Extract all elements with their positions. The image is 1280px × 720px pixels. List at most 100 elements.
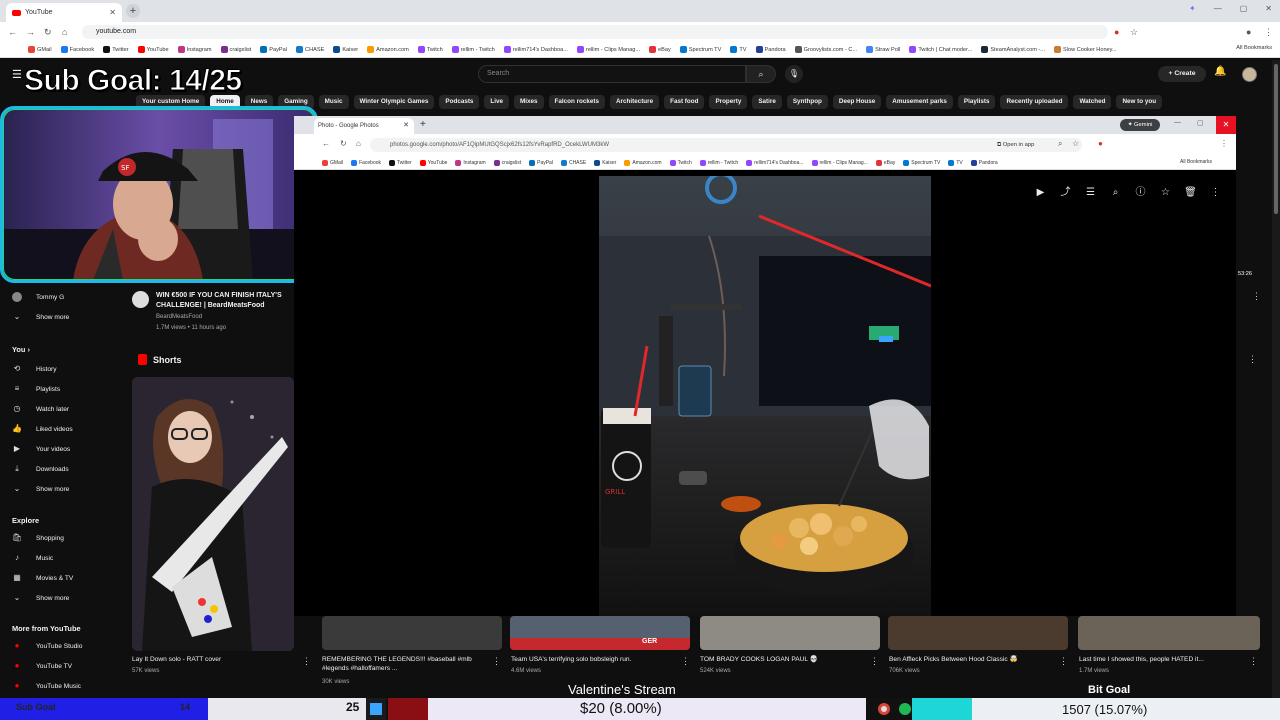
search-icon[interactable]: ⌕ bbox=[746, 65, 776, 83]
sidebar-item-music[interactable]: ♪ Music bbox=[12, 553, 53, 563]
bookmark-item[interactable]: Instagram bbox=[455, 159, 486, 166]
chip-fast-food[interactable]: Fast food bbox=[664, 95, 705, 109]
profile-icon[interactable]: ● bbox=[1246, 27, 1251, 37]
url-field[interactable]: youtube.com bbox=[82, 25, 1108, 39]
menu-icon[interactable]: ⋮ bbox=[1264, 27, 1273, 38]
bookmark-item[interactable]: Spectrum TV bbox=[679, 46, 721, 53]
bookmark-item[interactable]: GMail bbox=[28, 46, 52, 53]
photos-tab[interactable]: Photo - Google Photos ✕ bbox=[314, 118, 414, 134]
chip-property[interactable]: Property bbox=[709, 95, 748, 109]
more-options-icon[interactable]: ⋮ bbox=[1249, 656, 1258, 667]
reload-icon[interactable]: ↻ bbox=[340, 139, 347, 148]
chip-recently-uploaded[interactable]: Recently uploaded bbox=[1000, 95, 1069, 109]
trash-icon[interactable]: 🗑 bbox=[1184, 186, 1197, 199]
bell-icon[interactable]: 🔔 bbox=[1214, 66, 1226, 77]
new-tab-button[interactable]: + bbox=[126, 4, 140, 18]
slideshow-icon[interactable]: ▶ bbox=[1034, 186, 1047, 199]
bookmark-item[interactable]: PayPal bbox=[529, 159, 553, 166]
chip-watched[interactable]: Watched bbox=[1073, 95, 1112, 109]
bookmark-item[interactable]: Facebook bbox=[351, 159, 381, 166]
taskbar-chrome-icon[interactable] bbox=[876, 698, 892, 720]
short-thumbnail[interactable]: GER bbox=[510, 616, 690, 650]
extension-red-icon[interactable]: ● bbox=[1114, 27, 1119, 37]
star-icon[interactable]: ☆ bbox=[1159, 186, 1172, 199]
scrollbar-thumb[interactable] bbox=[1274, 64, 1278, 214]
chip-deep-house[interactable]: Deep House bbox=[832, 95, 882, 109]
you-heading[interactable]: You › bbox=[12, 345, 30, 354]
more-options-icon[interactable]: ⋮ bbox=[870, 656, 879, 667]
minimize-icon[interactable]: — bbox=[1214, 4, 1222, 13]
bookmark-item[interactable]: Pandora bbox=[755, 46, 786, 53]
bookmark-item[interactable]: Groovylists.com - C... bbox=[794, 46, 857, 53]
home-icon[interactable]: ⌂ bbox=[356, 139, 361, 148]
maximize-icon[interactable]: ▢ bbox=[1240, 4, 1248, 13]
bookmark-item[interactable]: craigslist bbox=[220, 46, 251, 53]
sidebar-item-playlists[interactable]: ≡ Playlists bbox=[12, 384, 61, 394]
subscription-tommy-g[interactable]: Tommy G bbox=[12, 292, 64, 302]
chip-podcasts[interactable]: Podcasts bbox=[439, 95, 480, 109]
open-in-app-button[interactable]: ⧉ Open in app bbox=[997, 138, 1034, 152]
sidebar-item-liked-videos[interactable]: 👍 Liked videos bbox=[12, 424, 73, 434]
sidebar-item-shopping[interactable]: 🛍 Shopping bbox=[12, 533, 64, 543]
chip-falcon-rockets[interactable]: Falcon rockets bbox=[548, 95, 605, 109]
bookmark-item[interactable]: eBay bbox=[875, 159, 895, 166]
short-thumbnail[interactable] bbox=[132, 377, 294, 651]
more-icon[interactable]: ⋮ bbox=[1209, 186, 1222, 199]
search-input[interactable]: Search bbox=[478, 65, 746, 83]
more-options-icon[interactable]: ⋮ bbox=[681, 656, 690, 667]
bookmark-item[interactable]: rellim - Twitch bbox=[451, 46, 495, 53]
close-tab-icon[interactable]: ✕ bbox=[403, 118, 409, 134]
short-thumbnail[interactable] bbox=[1078, 616, 1260, 650]
browser-tab-youtube[interactable]: YouTube ✕ bbox=[6, 3, 122, 22]
bookmark-item[interactable]: rellim - Clips Manag... bbox=[576, 46, 640, 53]
menu-icon[interactable]: ⋮ bbox=[1220, 139, 1228, 148]
more-options-icon[interactable]: ⋮ bbox=[1248, 354, 1257, 365]
bookmark-item[interactable]: SteamAnalyst.com -... bbox=[981, 46, 1045, 53]
short-title[interactable]: Ben Affleck Picks Between Hood Classic 🤯 bbox=[889, 655, 1059, 664]
bookmark-item[interactable]: YouTube bbox=[419, 159, 447, 166]
bookmark-item[interactable]: CHASE bbox=[560, 159, 586, 166]
chip-synthpop[interactable]: Synthpop bbox=[786, 95, 828, 109]
bookmark-item[interactable]: rellim714's Dashboa... bbox=[503, 46, 568, 53]
chip-satire[interactable]: Satire bbox=[752, 95, 782, 109]
channel-avatar[interactable] bbox=[132, 291, 149, 308]
bookmark-item[interactable]: Slow Cooker Honey... bbox=[1054, 46, 1117, 53]
star-bookmark-icon[interactable]: ☆ bbox=[1130, 27, 1138, 38]
close-window-icon[interactable]: ✕ bbox=[1265, 4, 1272, 13]
chip-live[interactable]: Live bbox=[484, 95, 510, 109]
bookmark-item[interactable]: Kaiser bbox=[333, 46, 358, 53]
sidebar-item-youtube-music[interactable]: ● YouTube Music bbox=[12, 681, 81, 691]
sidebar-item-show-more[interactable]: ⌄ Show more bbox=[12, 593, 70, 603]
close-window-button[interactable]: ✕ bbox=[1216, 116, 1236, 134]
bookmark-item[interactable]: Instagram bbox=[177, 46, 212, 53]
short-title[interactable]: Team USA's terrifying solo bobsleigh run… bbox=[511, 655, 681, 664]
short-thumbnail[interactable] bbox=[888, 616, 1068, 650]
reload-icon[interactable]: ↻ bbox=[44, 27, 52, 38]
sidebar-item-youtube-tv[interactable]: ● YouTube TV bbox=[12, 661, 72, 671]
all-bookmarks[interactable]: All Bookmarks bbox=[1180, 159, 1212, 165]
bookmark-item[interactable]: GMail bbox=[322, 159, 343, 166]
sidebar-item-movies-tv[interactable]: ▦ Movies & TV bbox=[12, 573, 73, 583]
gemini-button[interactable]: ✦ Gemini bbox=[1120, 119, 1160, 131]
sidebar-item-downloads[interactable]: ⤓ Downloads bbox=[12, 464, 68, 474]
chip-mixes[interactable]: Mixes bbox=[514, 95, 544, 109]
avatar[interactable] bbox=[1242, 67, 1257, 82]
photos-url-field[interactable]: photos.google.com/photo/AF1QipMUtGQScjx6… bbox=[370, 138, 1082, 152]
back-icon[interactable]: ← bbox=[8, 27, 17, 37]
short-title[interactable]: Last time I showed this, people HATED it… bbox=[1079, 655, 1249, 664]
bookmark-item[interactable]: YouTube bbox=[137, 46, 169, 53]
taskbar-windows-icon[interactable] bbox=[366, 698, 386, 720]
maximize-icon[interactable]: ▢ bbox=[1197, 119, 1204, 127]
short-thumbnail[interactable] bbox=[322, 616, 502, 650]
bookmark-item[interactable]: Twitter bbox=[389, 159, 412, 166]
more-options-icon[interactable]: ⋮ bbox=[1059, 656, 1068, 667]
sidebar-item-youtube-studio[interactable]: ● YouTube Studio bbox=[12, 641, 83, 651]
taskbar-spotify-icon[interactable] bbox=[898, 698, 912, 720]
short-thumbnail[interactable] bbox=[700, 616, 880, 650]
bookmark-item[interactable]: Facebook bbox=[60, 46, 94, 53]
close-tab-icon[interactable]: ✕ bbox=[109, 8, 116, 17]
short-title[interactable]: REMEMBERING THE LEGENDS!!! #baseball #ml… bbox=[322, 655, 492, 673]
bookmark-item[interactable]: Twitch | Chat moder... bbox=[909, 46, 972, 53]
new-tab-button[interactable]: + bbox=[420, 119, 426, 130]
extension-icon[interactable]: ✦ bbox=[1189, 4, 1196, 13]
